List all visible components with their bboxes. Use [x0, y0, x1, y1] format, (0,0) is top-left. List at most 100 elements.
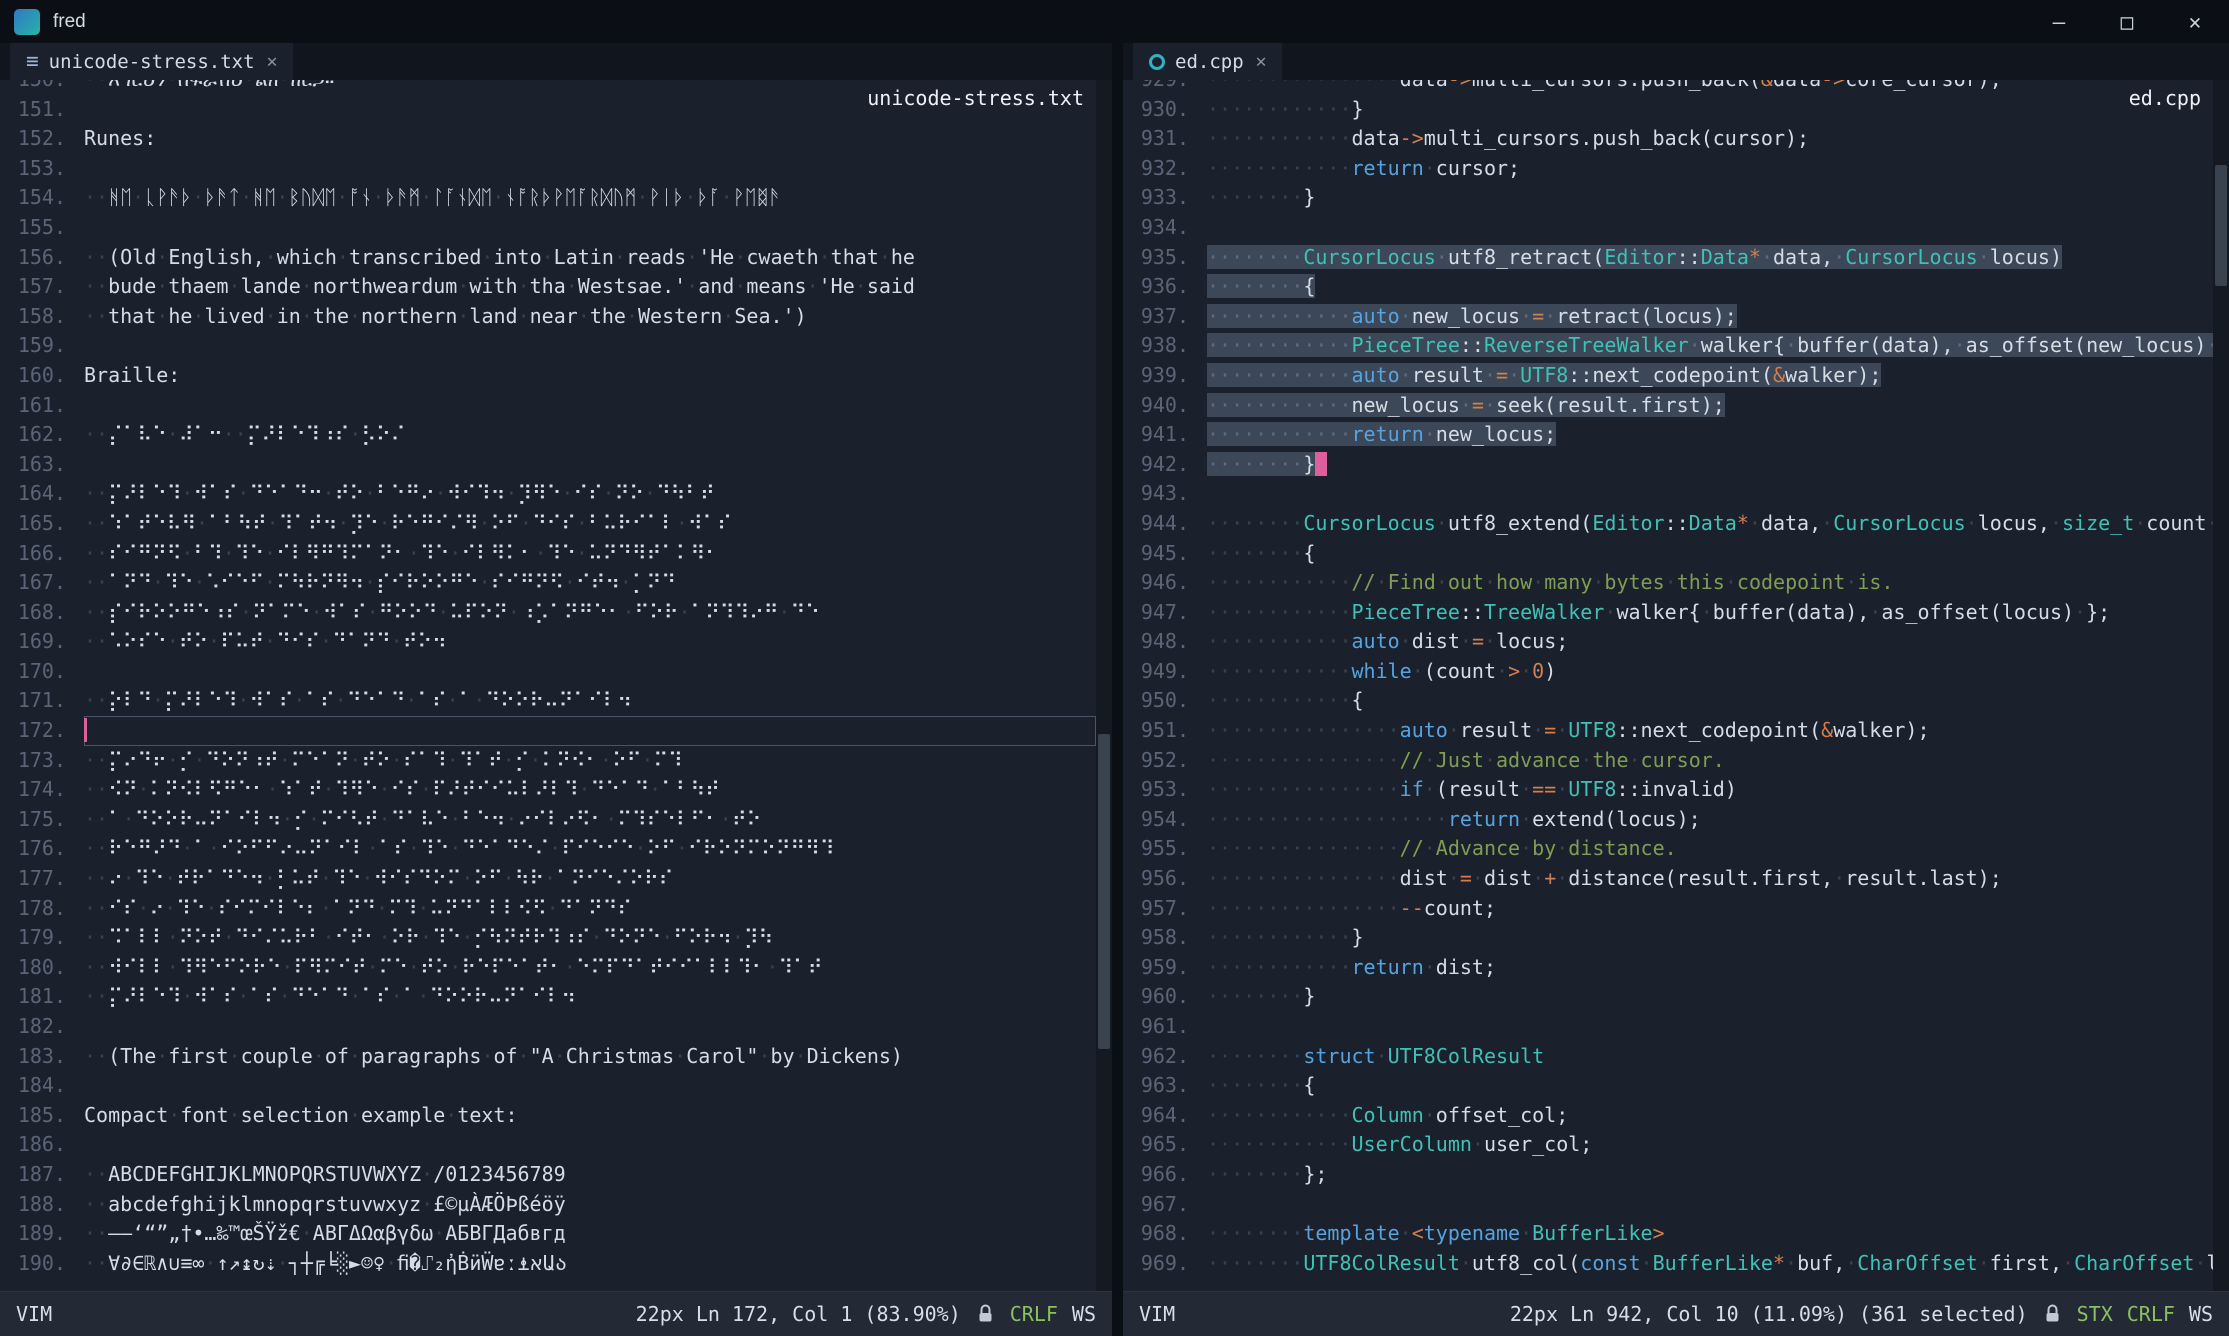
code-line[interactable]: 182. — [0, 1012, 1096, 1042]
code-line[interactable]: 153. — [0, 154, 1096, 184]
code-line[interactable]: 164.··⡍⠜⠇⠑⠹·⠺⠁⠎·⠙⠑⠁⠙⠒·⠞⠕·⠃⠑⠛⠔·⠺⠊⠹⠲·⡹⠻⠑·⠊… — [0, 479, 1096, 509]
code-line[interactable]: 178.··⠊⠎·⠔·⠹⠑·⠎⠊⠍⠊⠇⠑⠆·⠁⠝⠙·⠍⠹·⠥⠝⠙⠁⠇⠇⠪⠫·⠙⠁… — [0, 894, 1096, 924]
code-line[interactable]: 930.············} — [1123, 95, 2213, 125]
code-line[interactable]: 968.········template·<typename·BufferLik… — [1123, 1219, 2213, 1249]
code-line[interactable]: 967. — [1123, 1190, 2213, 1220]
code-line[interactable]: 941.············return·new_locus; — [1123, 420, 2213, 450]
code-line[interactable]: 956.················dist·=·dist·+·distan… — [1123, 864, 2213, 894]
code-line[interactable]: 957.················--count; — [1123, 894, 2213, 924]
scrollbar-left[interactable] — [1096, 80, 1112, 1291]
code-line[interactable]: 184. — [0, 1071, 1096, 1101]
code-line[interactable]: 938.············PieceTree::ReverseTreeWa… — [1123, 331, 2213, 361]
code-line[interactable]: 172. — [0, 716, 1096, 746]
code-line[interactable]: 959.············return·dist; — [1123, 953, 2213, 983]
code-line[interactable]: 931.············data->multi_cursors.push… — [1123, 124, 2213, 154]
code-line[interactable]: 934. — [1123, 213, 2213, 243]
code-line[interactable]: 935.········CursorLocus·utf8_retract(Edi… — [1123, 243, 2213, 273]
code-line[interactable]: 173.··⡍⠔⠙⠖·⡊·⠙⠕⠝⠰⠞·⠍⠑⠁⠝·⠞⠕·⠎⠁⠹·⠹⠁⠞·⡊·⠅⠝⠪… — [0, 746, 1096, 776]
line-number: 164. — [0, 479, 84, 509]
code-line[interactable]: 187.··ABCDEFGHIJKLMNOPQRSTUVWXYZ·/012345… — [0, 1160, 1096, 1190]
code-line[interactable]: 958.············} — [1123, 923, 2213, 953]
code-line[interactable]: 180.··⠺⠊⠇⠇·⠹⠻⠑⠋⠕⠗⠑·⠏⠻⠍⠊⠞·⠍⠑·⠞⠕·⠗⠑⠏⠑⠁⠞⠂·⠑… — [0, 953, 1096, 983]
code-line[interactable]: 158.··that·he·lived·in·the·northern·land… — [0, 302, 1096, 332]
scrollbar-right[interactable] — [2213, 80, 2229, 1291]
code-line[interactable]: 152.Runes: — [0, 124, 1096, 154]
code-line[interactable]: 951.················auto·result·=·UTF8::… — [1123, 716, 2213, 746]
code-line[interactable]: 954.····················return·extend(lo… — [1123, 805, 2213, 835]
code-line[interactable]: 181.··⡍⠜⠇⠑⠹·⠺⠁⠎·⠁⠎·⠙⠑⠁⠙·⠁⠎·⠁·⠙⠕⠕⠗⠤⠝⠁⠊⠇⠲ — [0, 982, 1096, 1012]
code-line[interactable]: 190.··∀∂∈ℝ∧∪≡∞·↑↗↨↻⇣·┐┼╔╘░►☺♀·ﬁ�⑀₂ἠḂӥẄɐː… — [0, 1249, 1096, 1279]
code-line[interactable]: 963.········{ — [1123, 1071, 2213, 1101]
tab-close-button[interactable]: ✕ — [1256, 51, 1267, 72]
code-line[interactable]: 946.············//·Find·out·how·many·byt… — [1123, 568, 2213, 598]
code-line[interactable]: 186. — [0, 1130, 1096, 1160]
code-line[interactable]: 933.········} — [1123, 183, 2213, 213]
code-line[interactable]: 969.········UTF8ColResult·utf8_col(const… — [1123, 1249, 2213, 1279]
code-line[interactable]: 157.··bude·thaem·lande·northweardum·with… — [0, 272, 1096, 302]
code-line[interactable]: 167.··⠁⠝⠙·⠹⠑·⠡⠊⠑⠋·⠍⠳⠗⠝⠻⠲·⡎⠊⠗⠕⠕⠛⠑·⠎⠊⠛⠝⠫·⠊… — [0, 568, 1096, 598]
line-content: ··⠗⠑⠛⠜⠙·⠁·⠊⠕⠋⠋⠔⠤⠝⠁⠊⠇·⠁⠎·⠹⠑·⠙⠑⠁⠙⠑⠌·⠏⠊⠑⠊⠑·… — [84, 834, 1096, 864]
tab-unicode-stress[interactable]: ≡ unicode-stress.txt ✕ — [10, 43, 293, 80]
code-line[interactable]: 188.··abcdefghijklmnopqrstuvwxyz·£©µÀÆÖÞ… — [0, 1190, 1096, 1220]
code-line[interactable]: 150.··እግርህን·በፍራሽህ·ልክ·ዘርጋ። — [0, 80, 1096, 95]
code-line[interactable]: 945.········{ — [1123, 539, 2213, 569]
minimize-button[interactable]: — — [2025, 0, 2093, 43]
code-line[interactable]: 949.············while·(count·>·0) — [1123, 657, 2213, 687]
code-line[interactable]: 947.············PieceTree::TreeWalker·wa… — [1123, 598, 2213, 628]
code-line[interactable]: 948.············auto·dist·=·locus; — [1123, 627, 2213, 657]
code-line[interactable]: 950.············{ — [1123, 686, 2213, 716]
code-line[interactable]: 154.··ᚻᛖ·ᚳᚹᚫᚦ·ᚦᚫᛏ·ᚻᛖ·ᛒᚢᛞᛖ·ᚩᚾ·ᚦᚫᛗ·ᛚᚪᚾᛞᛖ·ᚾ… — [0, 183, 1096, 213]
code-line[interactable]: 174.··⠪⠝·⠅⠝⠪⠇⠫⠛⠑⠂·⠱⠁⠞·⠹⠻⠑·⠊⠎·⠏⠜⠞⠊⠊⠥⠇⠜⠇⠹·… — [0, 775, 1096, 805]
code-line[interactable]: 165.··⠱⠁⠞⠑⠧⠻·⠁⠃⠳⠞·⠹⠁⠞⠲·⡹⠑·⠗⠑⠛⠊⠌⠻·⠕⠋·⠙⠊⠎·… — [0, 509, 1096, 539]
maximize-button[interactable]: □ — [2093, 0, 2161, 43]
editor-left[interactable]: 150.··እግርህን·በፍራሽህ·ልክ·ዘርጋ።151.152.Runes:1… — [0, 80, 1112, 1291]
code-line[interactable]: 175.··⠁·⠙⠕⠕⠗⠤⠝⠁⠊⠇⠲·⡊·⠍⠊⠣⠞·⠙⠁⠧⠑·⠃⠑⠲·⠔⠊⠇⠔⠫… — [0, 805, 1096, 835]
code-line[interactable]: 163. — [0, 450, 1096, 480]
code-line[interactable]: 162.··⡌⠁⠧⠑·⠼⠁⠒··⡍⠜⠇⠑⠹⠰⠎·⡣⠕⠌ — [0, 420, 1096, 450]
code-line[interactable]: 943. — [1123, 479, 2213, 509]
code-line[interactable]: 955.················//·Advance·by·distan… — [1123, 834, 2213, 864]
code-line[interactable]: 189.··–—‘“”„†•…‰™œŠŸž€·ΑΒΓΔΩαβγδω·АБВГДа… — [0, 1219, 1096, 1249]
code-line[interactable]: 169.··⠡⠕⠎⠑·⠞⠕·⠏⠥⠞·⠙⠊⠎·⠙⠁⠝⠙·⠞⠕⠲ — [0, 627, 1096, 657]
whitespace-dots: ·· — [84, 777, 108, 801]
scrollbar-thumb[interactable] — [2215, 165, 2227, 286]
tab-close-button[interactable]: ✕ — [267, 51, 278, 72]
code-line[interactable]: 168.··⡎⠊⠗⠕⠕⠛⠑⠰⠎·⠝⠁⠍⠑·⠺⠁⠎·⠛⠕⠕⠙·⠥⠏⠕⠝·⠰⡡⠁⠝⠛… — [0, 598, 1096, 628]
code-line[interactable]: 964.············Column·offset_col; — [1123, 1101, 2213, 1131]
close-button[interactable]: ✕ — [2161, 0, 2229, 43]
code-line[interactable]: 936.········{ — [1123, 272, 2213, 302]
code-line[interactable]: 940.············new_locus·=·seek(result.… — [1123, 391, 2213, 421]
editor-right[interactable]: 929.················data->multi_cursors.… — [1123, 80, 2229, 1291]
code-line[interactable]: 151. — [0, 95, 1096, 125]
whitespace-dots: · — [1400, 1221, 1412, 1245]
code-line[interactable]: 156.··(Old·English,·which·transcribed·in… — [0, 243, 1096, 273]
code-line[interactable]: 161. — [0, 391, 1096, 421]
code-line[interactable]: 960.········} — [1123, 982, 2213, 1012]
scrollbar-thumb[interactable] — [1098, 734, 1110, 1049]
code-line[interactable]: 183.··(The·first·couple·of·paragraphs·of… — [0, 1042, 1096, 1072]
code-line[interactable]: 166.··⠎⠊⠛⠝⠫·⠃⠹·⠹⠑·⠊⠇⠻⠛⠹⠍⠁⠝⠂·⠹⠑·⠊⠇⠻⠅⠂·⠹⠑·… — [0, 539, 1096, 569]
code-line[interactable]: 962.········struct·UTF8ColResult — [1123, 1042, 2213, 1072]
code-line[interactable]: 932.············return·cursor; — [1123, 154, 2213, 184]
code-line[interactable]: 176.··⠗⠑⠛⠜⠙·⠁·⠊⠕⠋⠋⠔⠤⠝⠁⠊⠇·⠁⠎·⠹⠑·⠙⠑⠁⠙⠑⠌·⠏⠊… — [0, 834, 1096, 864]
code-line[interactable]: 937.············auto·new_locus·=·retract… — [1123, 302, 2213, 332]
code-line[interactable]: 185.Compact·font·selection·example·text: — [0, 1101, 1096, 1131]
code-line[interactable]: 944.········CursorLocus·utf8_extend(Edit… — [1123, 509, 2213, 539]
pane-divider[interactable] — [1112, 43, 1123, 1336]
code-line[interactable]: 961. — [1123, 1012, 2213, 1042]
code-line[interactable]: 929.················data->multi_cursors.… — [1123, 80, 2213, 95]
code-line[interactable]: 170. — [0, 657, 1096, 687]
code-line[interactable]: 159. — [0, 331, 1096, 361]
code-line[interactable]: 179.··⠩⠁⠇⠇·⠝⠕⠞·⠙⠊⠌⠥⠗⠃·⠊⠞⠂·⠕⠗·⠹⠑·⡊⠳⠝⠞⠗⠹⠰⠎… — [0, 923, 1096, 953]
code-line[interactable]: 171.··⡕⠇⠙·⡍⠜⠇⠑⠹·⠺⠁⠎·⠁⠎·⠙⠑⠁⠙·⠁⠎·⠁·⠙⠕⠕⠗⠤⠝⠁… — [0, 686, 1096, 716]
code-line[interactable]: 939.············auto·result·=·UTF8::next… — [1123, 361, 2213, 391]
code-line[interactable]: 965.············UserColumn·user_col; — [1123, 1130, 2213, 1160]
code-line[interactable]: 952.················//·Just·advance·the·… — [1123, 746, 2213, 776]
code-line[interactable]: 177.··⠔·⠹⠑·⠞⠗⠁⠙⠑⠲·⡃⠥⠞·⠹⠑·⠺⠊⠎⠙⠕⠍·⠕⠋·⠳⠗·⠁⠝… — [0, 864, 1096, 894]
code-line[interactable]: 155. — [0, 213, 1096, 243]
code-line[interactable]: 966.········}; — [1123, 1160, 2213, 1190]
code-line[interactable]: 942.········} — [1123, 450, 2213, 480]
code-line[interactable]: 953.················if·(result·==·UTF8::… — [1123, 775, 2213, 805]
code-line[interactable]: 160.Braille: — [0, 361, 1096, 391]
tab-ed-cpp[interactable]: ed.cpp ✕ — [1133, 43, 1282, 80]
